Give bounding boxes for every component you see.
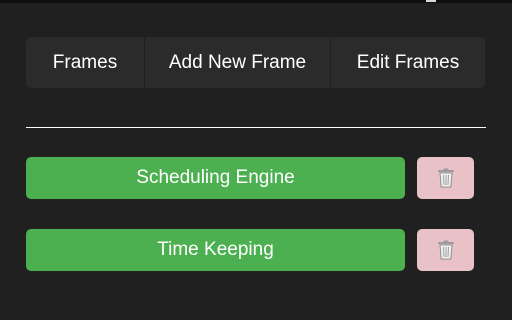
frame-row-scheduling-engine: Scheduling Engine	[26, 157, 474, 199]
trash-icon	[437, 168, 454, 188]
delete-frame-button-time-keeping[interactable]	[417, 229, 474, 271]
edit-frames-button[interactable]: Edit Frames	[331, 37, 485, 88]
delete-frame-button-scheduling-engine[interactable]	[417, 157, 474, 199]
top-bar-indicator	[426, 0, 436, 2]
add-new-frame-button[interactable]: Add New Frame	[145, 37, 330, 88]
window-top-bar	[0, 0, 512, 3]
frame-button-scheduling-engine[interactable]: Scheduling Engine	[26, 157, 405, 199]
frame-button-time-keeping[interactable]: Time Keeping	[26, 229, 405, 271]
frames-tab-button[interactable]: Frames	[26, 37, 144, 88]
frames-nav: Frames Add New Frame Edit Frames	[26, 37, 486, 88]
section-divider	[26, 127, 486, 128]
trash-icon	[437, 240, 454, 260]
frame-row-time-keeping: Time Keeping	[26, 229, 474, 271]
